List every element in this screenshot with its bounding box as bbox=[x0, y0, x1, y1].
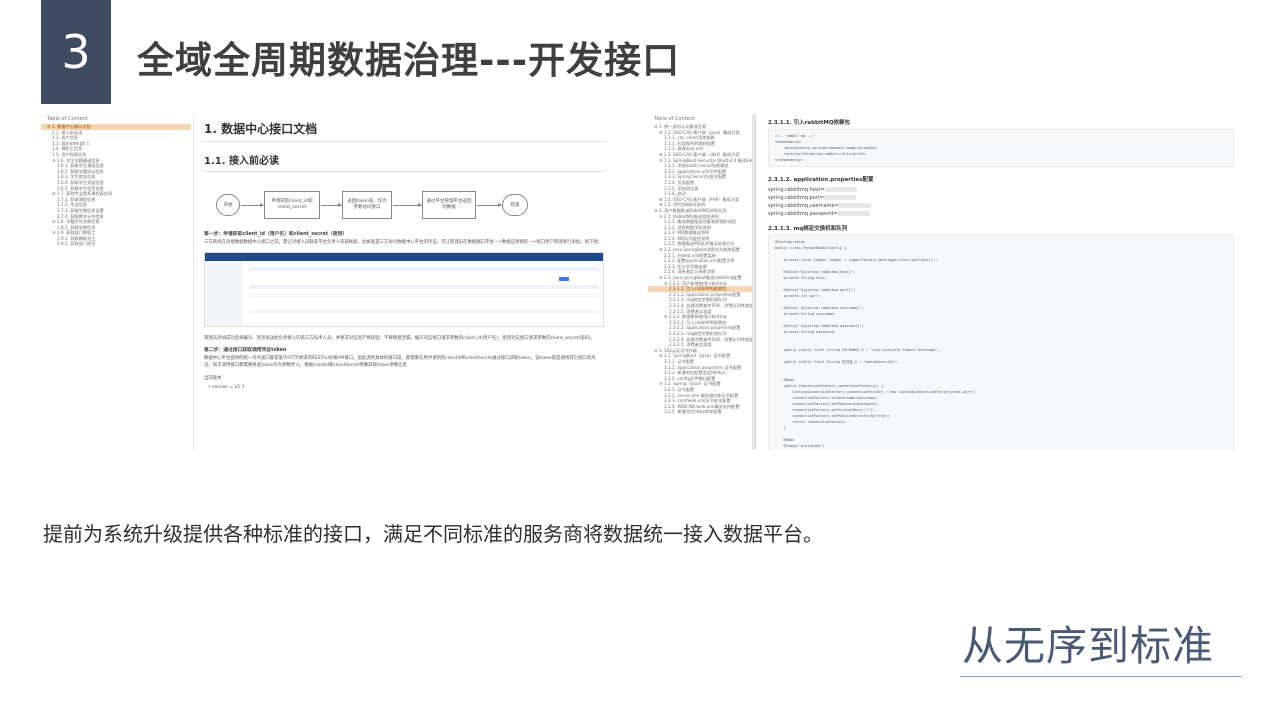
admin-filter-row bbox=[249, 267, 599, 271]
redacted-value bbox=[824, 187, 857, 192]
property-key: spring.rabbitmq.password= bbox=[768, 211, 838, 217]
flow-diagram: 开始 申请获取client_id和client_secret 返回token值，… bbox=[194, 180, 614, 230]
toc-title: Table of Content bbox=[654, 116, 695, 122]
toc-item[interactable]: ⊕ 1.2. SSO-CAS 客户端（.Net）集成方案 bbox=[648, 152, 755, 158]
admin-sidebar bbox=[205, 261, 243, 326]
divider bbox=[202, 171, 606, 172]
doc-heading: 2.3.1.1. 引入rabbitMQ依赖包 bbox=[768, 120, 851, 126]
doc-heading: 2.3.1.3. mq绑定交换机和队列 bbox=[768, 226, 848, 232]
toc-scrollbar bbox=[752, 114, 755, 450]
toc-panel-left: Table of Content ⊖ 1. 数据中心接口文档 1.1. 接入前必读… bbox=[41, 114, 191, 254]
admin-table-row bbox=[249, 293, 599, 297]
admin-button bbox=[559, 277, 569, 281]
redacted-value bbox=[837, 211, 870, 216]
toc-item[interactable]: 1.9.2. 获取部门岗位 bbox=[41, 241, 191, 247]
flow-end: 结束 bbox=[502, 194, 528, 216]
admin-table-header bbox=[249, 285, 599, 289]
doc-heading: 2.3.1.2. application.properties配置 bbox=[768, 177, 874, 183]
toc-title: Table of Content bbox=[47, 116, 88, 122]
property-row: spring.rabbitmq.port= bbox=[768, 194, 1242, 202]
properties-list: spring.rabbitmq.host= spring.rabbitmq.por… bbox=[760, 186, 1242, 218]
step-1-text: 三方系统在对接数据数据中心接口之前，需让对接人员联系平台负责人获取帐套。此帐套是… bbox=[204, 240, 603, 245]
property-key: spring.rabbitmq.port= bbox=[768, 195, 825, 201]
slide-tagline: 从无序到标准 bbox=[962, 622, 1214, 670]
admin-pagination bbox=[249, 309, 599, 313]
toc-item[interactable]: 3.2.5. 新增项目https转发配置 bbox=[648, 409, 755, 415]
toc-list: ⊖ 1. 数据中心接口文档 1.1. 接入前必读 1.2. 用户信息 1.3. 组织机… bbox=[41, 124, 191, 247]
flow-start: 开始 bbox=[216, 194, 240, 216]
flow-arrow bbox=[477, 203, 502, 207]
property-key: spring.rabbitmq.host= bbox=[768, 187, 825, 193]
redacted-value bbox=[824, 195, 857, 200]
toc-list: ⊖ 1. 统一身份认证集成方案 ⊖ 1.1. SSO-CAS 客户端（Java）集… bbox=[648, 124, 755, 415]
flow-arrow bbox=[241, 203, 264, 207]
doc-heading: 1. 数据中心接口文档 bbox=[204, 122, 318, 136]
doc-panel-right: 2.3.1.1. 引入rabbitMQ依赖包 <!-- rabbit mq --… bbox=[760, 114, 1242, 450]
code-line: @Scope("prototype") bbox=[775, 444, 825, 448]
step-2-title: 第二步：通过接口获取调用凭证token bbox=[204, 348, 287, 353]
divider bbox=[202, 141, 606, 142]
flow-step-1: 申请获取client_id和client_secret bbox=[264, 191, 320, 219]
toc-panel-right: Table of Content ⊖ 1. 统一身份认证集成方案 ⊖ 1.1. S… bbox=[648, 114, 756, 450]
step-1-title: 第一步：申请获取client_id（用户名）和client_secret（密钥） bbox=[204, 232, 348, 237]
slide-title: 全域全周期数据治理---开发接口 bbox=[137, 39, 681, 82]
flow-step-2: 返回token值，作为参数访问接口 bbox=[342, 191, 392, 219]
property-key: spring.rabbitmq.username= bbox=[768, 203, 839, 209]
flow-arrow bbox=[321, 203, 342, 207]
code-block-config: @Configuration public class FanoutRabbitC… bbox=[768, 235, 1234, 450]
code-block-dependency: <!-- rabbit mq --> <dependency> <groupId>… bbox=[768, 129, 1234, 167]
section-number: 3 bbox=[61, 25, 91, 79]
version-value: • version = V1.1 bbox=[208, 385, 245, 390]
property-row: spring.rabbitmq.host= bbox=[768, 186, 1242, 194]
flow-arrow bbox=[393, 203, 422, 207]
property-row: spring.rabbitmq.password= bbox=[768, 210, 1242, 218]
toc-item[interactable]: ⊖ 2.3. Java springboot集成rabbitmq配置 bbox=[648, 275, 755, 281]
toc-item[interactable]: ⊖ 2.2. Java SpringBoot消息队列相关配置 bbox=[648, 247, 755, 253]
admin-screenshot bbox=[204, 252, 604, 327]
step-1-note: 管理员添加成功后将编号、密钥发送给负责接入的第三方技术人员，并要求对信息严格保密… bbox=[204, 336, 595, 341]
code-line: </dependency> bbox=[775, 158, 804, 162]
tagline-underline bbox=[960, 676, 1242, 677]
property-row: spring.rabbitmq.username= bbox=[768, 202, 1242, 210]
doc-subheading: 1.1. 接入前必读 bbox=[204, 156, 279, 167]
redacted-value bbox=[838, 203, 871, 208]
slide-description: 提前为系统升级提供各种标准的接口，满足不同标准的服务商将数据统一接入数据平台。 bbox=[43, 522, 823, 546]
section-number-badge: 3 bbox=[41, 0, 111, 104]
doc-panel-left: 1. 数据中心接口文档 1.1. 接入前必读 开始 申请获取client_id和… bbox=[193, 114, 614, 450]
version-label: 当前版本 bbox=[204, 376, 222, 381]
admin-top-bar bbox=[205, 253, 603, 261]
flow-step-3: 通过平台管理平台返回的数据 bbox=[422, 191, 476, 219]
step-2-text: 数据中心平台提供的统一对外接口都是基于HTTP请求的RESTful风格API接口… bbox=[204, 356, 596, 368]
